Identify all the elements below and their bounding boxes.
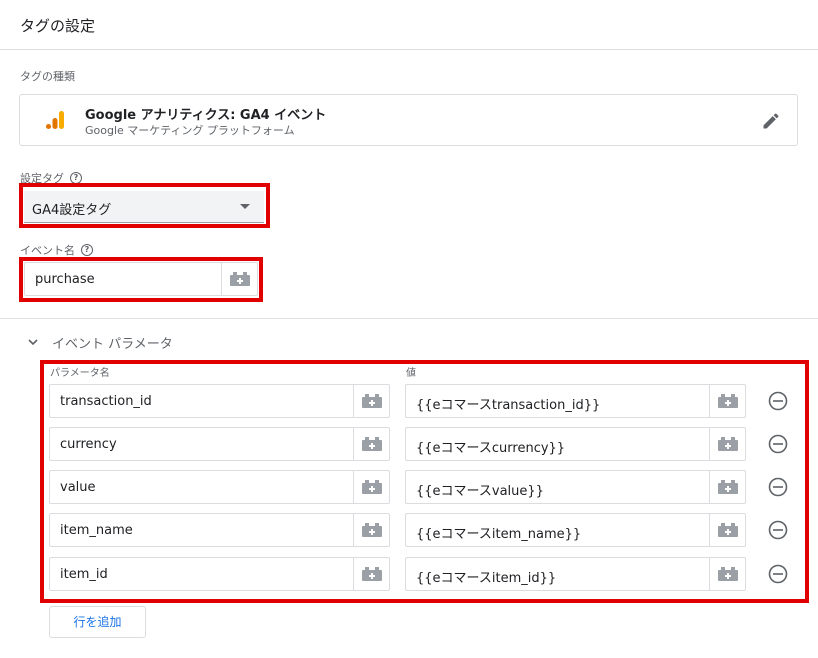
- add-row-button[interactable]: 行を追加: [49, 606, 146, 638]
- highlight-box-event-params: [40, 360, 809, 603]
- tag-type-label: タグの種類: [20, 70, 75, 83]
- event-name-label: イベント名: [20, 244, 75, 257]
- tag-type-name: Google アナリティクス: GA4 イベント: [85, 108, 327, 123]
- highlight-box-config-tag: [19, 183, 270, 228]
- chevron-down-icon: [28, 339, 38, 346]
- pencil-icon[interactable]: [761, 111, 781, 131]
- event-name-label-row: イベント名 ?: [20, 242, 93, 258]
- panel-header: タグの設定: [0, 0, 818, 50]
- tag-type-card[interactable]: Google アナリティクス: GA4 イベント Google マーケティング …: [19, 94, 798, 146]
- event-params-title: イベント パラメータ: [52, 337, 173, 352]
- help-icon[interactable]: ?: [81, 244, 93, 256]
- event-params-toggle[interactable]: イベント パラメータ: [28, 333, 173, 352]
- page-title: タグの設定: [20, 17, 96, 35]
- highlight-box-event-name: [19, 257, 263, 302]
- tag-type-platform: Google マーケティング プラットフォーム: [85, 124, 295, 137]
- section-divider: [0, 318, 818, 319]
- google-analytics-icon: [46, 111, 64, 129]
